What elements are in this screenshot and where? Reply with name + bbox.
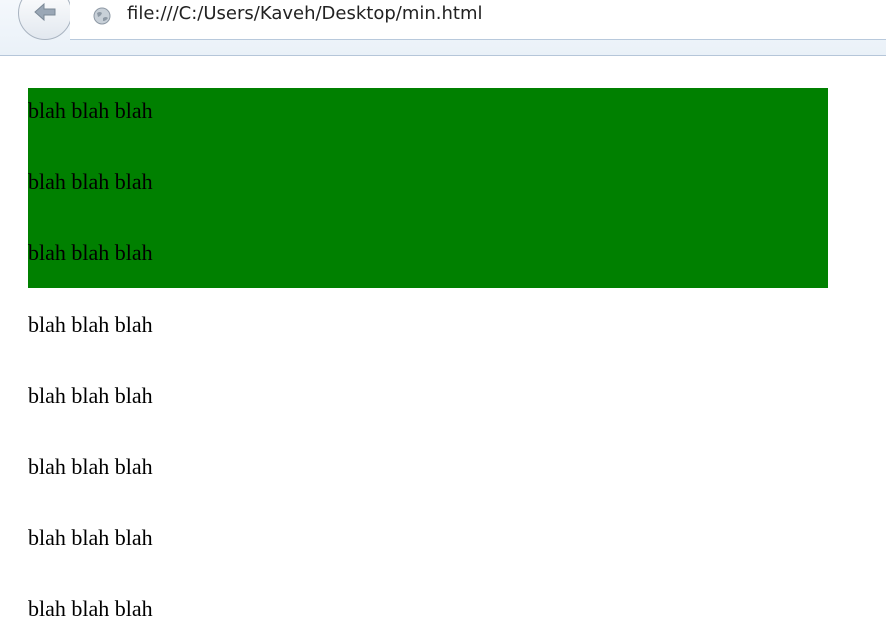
back-arrow-icon — [34, 2, 56, 22]
box-paragraph: blah blah blah — [28, 98, 153, 123]
paragraph: blah blah blah — [28, 596, 153, 621]
paragraph: blah blah blah — [28, 312, 153, 337]
box-paragraph: blah blah blah — [28, 169, 153, 194]
box-paragraph: blah blah blah — [28, 240, 153, 265]
address-bar[interactable]: file:///C:/Users/Kaveh/Desktop/min.html — [70, 0, 886, 40]
page-content: blah blah blah blah blah blah blah blah … — [0, 56, 886, 625]
paragraph: blah blah blah — [28, 383, 153, 408]
paragraph: blah blah blah — [28, 454, 153, 479]
back-button[interactable] — [18, 0, 72, 40]
globe-icon — [93, 7, 111, 25]
browser-toolbar: file:///C:/Users/Kaveh/Desktop/min.html — [0, 0, 886, 56]
url-text[interactable]: file:///C:/Users/Kaveh/Desktop/min.html — [127, 3, 483, 24]
paragraph: blah blah blah — [28, 525, 153, 550]
